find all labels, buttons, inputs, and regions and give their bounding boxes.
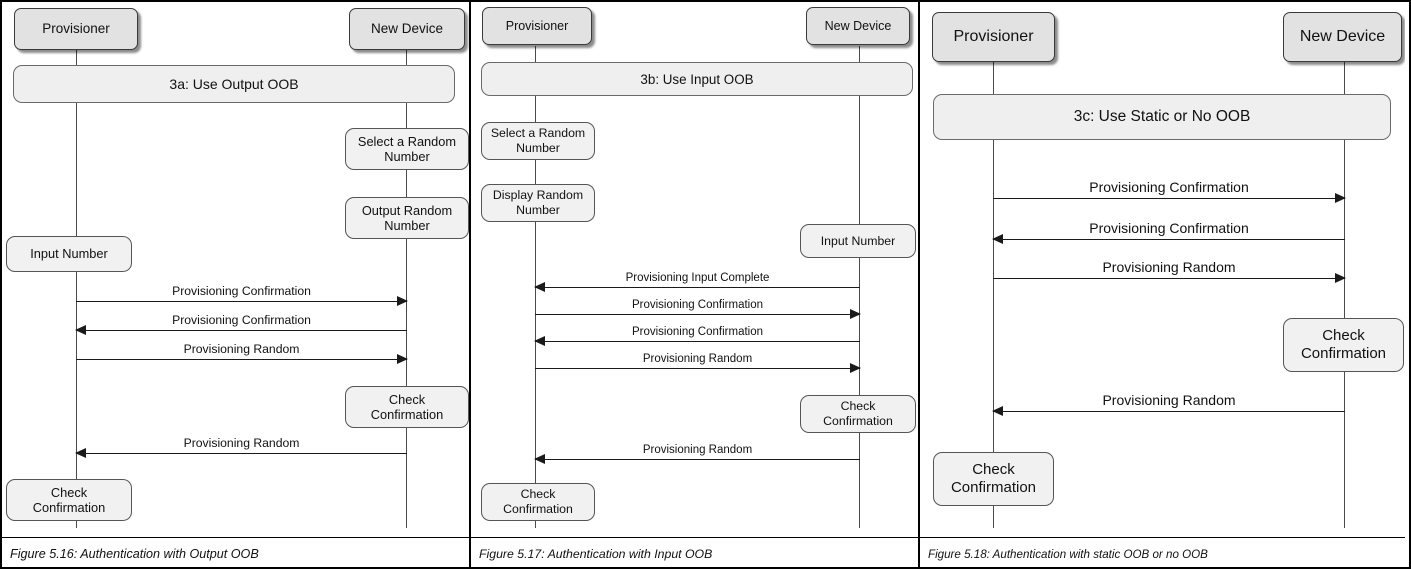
- message-provisioning-confirmation-1: Provisioning Confirmation: [76, 284, 408, 306]
- action-check-confirmation-provisioner: Check Confirmation: [6, 479, 132, 521]
- message-provisioning-random-1: Provisioning Random: [76, 342, 408, 364]
- message-label: Provisioning Random: [1102, 392, 1236, 408]
- message-line: [535, 314, 860, 315]
- actor-new-device: New Device: [349, 8, 465, 50]
- actor-label: New Device: [1299, 27, 1386, 45]
- message-provisioning-input-complete: Provisioning Input Complete: [534, 272, 860, 292]
- action-label: Check Confirmation: [950, 461, 1037, 496]
- action-label: Check Confirmation: [32, 484, 106, 515]
- frame-band-label: 3b: Use Input OOB: [640, 71, 754, 87]
- message-line: [76, 359, 407, 360]
- action-label: Check Confirmation: [1300, 327, 1387, 362]
- frame-band-3a: 3a: Use Output OOB: [13, 65, 455, 103]
- frame-band-label: 3a: Use Output OOB: [169, 76, 299, 92]
- message-line: [76, 330, 407, 331]
- figure-caption: Figure 5.17: Authentication with Input O…: [479, 547, 713, 561]
- message-label: Provisioning Confirmation: [172, 284, 311, 298]
- message-provisioning-random-2: Provisioning Random: [75, 436, 407, 458]
- caption-divider: [920, 537, 1405, 538]
- message-provisioning-confirmation-2: Provisioning Confirmation: [992, 220, 1345, 244]
- sequence-diagram-output-oob: Provisioner New Device 3a: Use Output OO…: [2, 2, 469, 567]
- message-line: [993, 239, 1345, 240]
- caption-divider: [2, 537, 469, 538]
- message-label: Provisioning Random: [642, 444, 753, 456]
- message-label: Provisioning Confirmation: [1089, 220, 1249, 236]
- actor-provisioner: Provisioner: [14, 8, 138, 50]
- action-label: Check Confirmation: [370, 391, 444, 422]
- message-line: [76, 453, 407, 454]
- action-label: Check Confirmation: [823, 399, 893, 428]
- action-label: Input Number: [30, 246, 108, 262]
- message-label: Provisioning Random: [642, 353, 753, 365]
- action-input-number: Input Number: [800, 224, 916, 258]
- message-provisioning-random-1: Provisioning Random: [993, 259, 1346, 283]
- frame-band-label: 3c: Use Static or No OOB: [1073, 108, 1251, 125]
- actor-label: Provisioner: [505, 18, 569, 33]
- actor-label: New Device: [370, 21, 444, 37]
- message-provisioning-confirmation-1: Provisioning Confirmation: [535, 299, 861, 319]
- message-label: Provisioning Input Complete: [625, 272, 770, 284]
- action-label: Display Random Number: [492, 188, 584, 217]
- actor-provisioner: Provisioner: [482, 7, 592, 45]
- message-line: [993, 198, 1345, 199]
- actor-provisioner: Provisioner: [932, 12, 1055, 62]
- action-check-confirmation-provisioner: Check Confirmation: [481, 483, 595, 521]
- message-provisioning-confirmation-2: Provisioning Confirmation: [534, 326, 860, 346]
- message-provisioning-random-1: Provisioning Random: [535, 353, 861, 373]
- message-line: [993, 411, 1345, 412]
- action-select-random-number: Select a Random Number: [345, 128, 469, 170]
- message-line: [535, 459, 860, 460]
- message-label: Provisioning Random: [1102, 259, 1236, 275]
- message-provisioning-random-2: Provisioning Random: [534, 444, 860, 464]
- message-provisioning-random-2: Provisioning Random: [992, 392, 1345, 416]
- sequence-diagram-static-or-no-oob: Provisioner New Device 3c: Use Static or…: [918, 2, 1405, 567]
- action-check-confirmation-provisioner: Check Confirmation: [933, 452, 1054, 506]
- action-input-number: Input Number: [6, 236, 132, 272]
- action-label: Input Number: [820, 233, 896, 248]
- message-label: Provisioning Confirmation: [631, 326, 764, 338]
- message-label: Provisioning Confirmation: [1089, 179, 1249, 195]
- actor-label: Provisioner: [953, 27, 1034, 45]
- frame-band-3c: 3c: Use Static or No OOB: [933, 94, 1391, 140]
- message-provisioning-confirmation-2: Provisioning Confirmation: [75, 313, 407, 335]
- figure-caption: Figure 5.18: Authentication with static …: [928, 548, 1208, 561]
- caption-divider: [471, 537, 918, 538]
- message-label: Provisioning Confirmation: [631, 299, 764, 311]
- actor-label: Provisioner: [42, 21, 110, 37]
- message-line: [993, 278, 1345, 279]
- message-provisioning-confirmation-1: Provisioning Confirmation: [993, 179, 1346, 203]
- message-line: [76, 301, 407, 302]
- action-label: Output Random Number: [361, 202, 453, 233]
- frame-band-3b: 3b: Use Input OOB: [481, 62, 913, 96]
- action-check-confirmation-device: Check Confirmation: [1283, 318, 1404, 372]
- message-line: [535, 368, 860, 369]
- action-label: Select a Random Number: [490, 126, 586, 155]
- message-line: [535, 341, 860, 342]
- action-output-random-number: Output Random Number: [345, 197, 469, 239]
- figure-caption: Figure 5.16: Authentication with Output …: [10, 547, 259, 561]
- message-label: Provisioning Random: [183, 436, 300, 450]
- action-display-random-number: Display Random Number: [481, 184, 595, 222]
- action-check-confirmation-device: Check Confirmation: [345, 386, 469, 428]
- action-label: Select a Random Number: [357, 133, 457, 164]
- actor-label: New Device: [824, 18, 892, 33]
- message-label: Provisioning Random: [183, 342, 300, 356]
- figure-row: Provisioner New Device 3a: Use Output OO…: [0, 0, 1411, 569]
- actor-new-device: New Device: [806, 7, 910, 45]
- message-label: Provisioning Confirmation: [172, 313, 311, 327]
- actor-new-device: New Device: [1283, 12, 1402, 62]
- sequence-diagram-input-oob: Provisioner New Device 3b: Use Input OOB…: [469, 2, 918, 567]
- action-label: Check Confirmation: [503, 487, 573, 516]
- action-check-confirmation-device: Check Confirmation: [800, 395, 916, 433]
- action-select-random-number: Select a Random Number: [481, 122, 595, 160]
- message-line: [535, 287, 860, 288]
